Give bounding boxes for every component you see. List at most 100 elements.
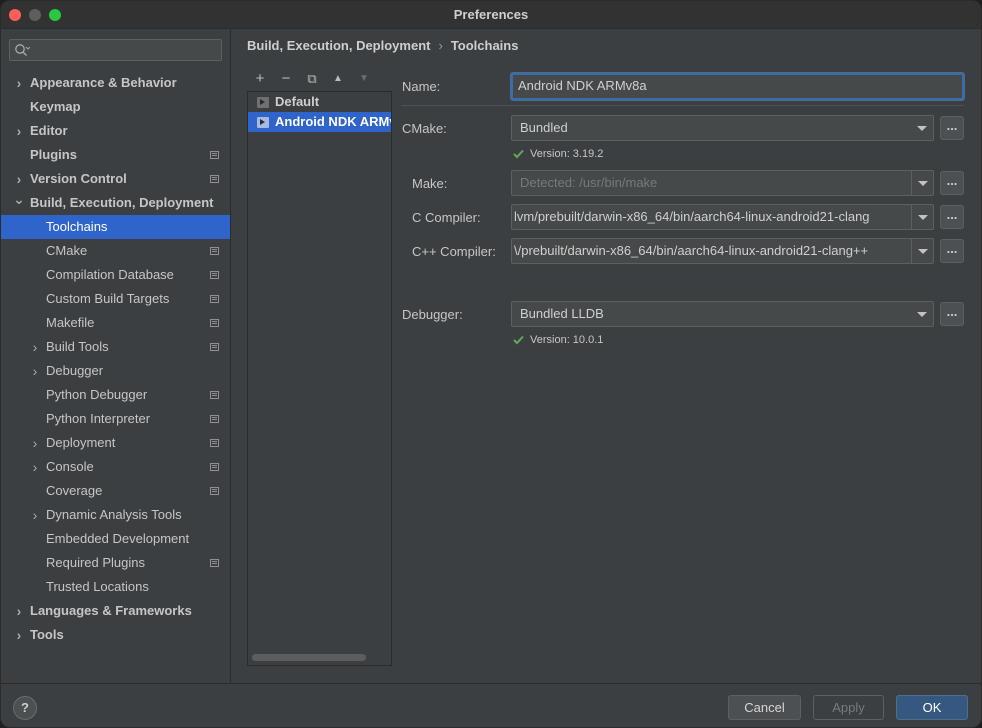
- sidebar-item-label: Required Plugins: [46, 555, 146, 570]
- chevron-right-icon[interactable]: ›: [29, 503, 41, 527]
- sidebar-item-languages-frameworks[interactable]: › Languages & Frameworks: [1, 599, 230, 623]
- sidebar-item-cmake[interactable]: CMake: [1, 239, 230, 263]
- sidebar-item-coverage[interactable]: Coverage: [1, 479, 230, 503]
- chevron-down-icon[interactable]: ⌄: [13, 191, 25, 215]
- cmake-label: CMake:: [402, 121, 447, 136]
- sidebar-item-label: Debugger: [46, 363, 104, 378]
- cmake-version: Version: 3.19.2: [530, 148, 604, 160]
- sidebar-item-appearance-behavior[interactable]: › Appearance & Behavior: [1, 71, 230, 95]
- cmake-select[interactable]: Bundled: [511, 115, 934, 141]
- sidebar-item-trusted-locations[interactable]: Trusted Locations: [1, 575, 230, 599]
- name-label: Name:: [402, 79, 441, 94]
- chevron-right-icon[interactable]: ›: [13, 71, 25, 95]
- chevron-right-icon[interactable]: ›: [13, 119, 25, 143]
- sidebar-item-debugger[interactable]: › Debugger: [1, 359, 230, 383]
- settings-search-input[interactable]: [9, 39, 222, 61]
- sidebar-item-tools[interactable]: › Tools: [1, 623, 230, 647]
- cpp-compiler-value: \/prebuilt/darwin-x86_64/bin/aarch64-lin…: [514, 243, 869, 258]
- chevron-right-icon[interactable]: ›: [13, 623, 25, 647]
- sidebar-item-label: Build Tools: [46, 339, 109, 354]
- chevron-right-icon[interactable]: ›: [29, 455, 41, 479]
- chevron-right-icon[interactable]: ›: [29, 431, 41, 455]
- sidebar-item-makefile[interactable]: Makefile: [1, 311, 230, 335]
- sidebar-item-editor[interactable]: › Editor: [1, 119, 230, 143]
- breadcrumb-separator: ›: [438, 38, 443, 53]
- sidebar-item-label: Keymap: [30, 99, 81, 114]
- sidebar-item-label: Toolchains: [46, 219, 108, 234]
- project-level-icon: [210, 439, 219, 447]
- sidebar-item-compilation-database[interactable]: Compilation Database: [1, 263, 230, 287]
- project-level-icon: [210, 295, 219, 303]
- sidebar-item-python-interpreter[interactable]: Python Interpreter: [1, 407, 230, 431]
- chevron-right-icon[interactable]: ›: [29, 359, 41, 383]
- project-level-icon: [210, 319, 219, 327]
- sidebar-item-custom-build-targets[interactable]: Custom Build Targets: [1, 287, 230, 311]
- debugger-browse-button[interactable]: ...: [940, 302, 964, 326]
- check-icon: [513, 335, 524, 345]
- horizontal-scrollbar[interactable]: [252, 654, 366, 661]
- remove-toolchain-button[interactable]: −: [276, 69, 296, 89]
- title-bar: Preferences: [1, 1, 981, 29]
- c-compiler-value: lvm/prebuilt/darwin-x86_64/bin/aarch64-l…: [514, 209, 870, 224]
- move-down-button[interactable]: ▼: [354, 69, 374, 89]
- make-path-value: Detected: /usr/bin/make: [520, 175, 658, 190]
- sidebar-item-label: Build, Execution, Deployment: [30, 195, 214, 210]
- window-title: Preferences: [453, 7, 529, 22]
- cpp-compiler-input[interactable]: \/prebuilt/darwin-x86_64/bin/aarch64-lin…: [511, 238, 934, 264]
- sidebar-item-python-debugger[interactable]: Python Debugger: [1, 383, 230, 407]
- toolchain-icon: [257, 97, 269, 108]
- project-level-icon: [210, 391, 219, 399]
- sidebar-item-build-execution-deployment[interactable]: ⌄ Build, Execution, Deployment: [1, 191, 230, 215]
- toolchain-list-item[interactable]: Default: [248, 92, 391, 112]
- cancel-button[interactable]: Cancel: [728, 695, 801, 720]
- search-icon: [15, 44, 30, 56]
- project-level-icon: [210, 559, 219, 567]
- make-label: Make:: [412, 176, 448, 191]
- cmake-browse-button[interactable]: ...: [940, 116, 964, 140]
- breadcrumb-parent[interactable]: Build, Execution, Deployment: [247, 38, 430, 53]
- project-level-icon: [210, 463, 219, 471]
- cpp-compiler-browse-button[interactable]: ...: [940, 239, 964, 263]
- c-compiler-browse-button[interactable]: ...: [940, 205, 964, 229]
- sidebar-item-version-control[interactable]: › Version Control: [1, 167, 230, 191]
- copy-toolchain-button[interactable]: ⧉: [302, 69, 322, 89]
- sidebar-item-build-tools[interactable]: › Build Tools: [1, 335, 230, 359]
- sidebar-item-keymap[interactable]: Keymap: [1, 95, 230, 119]
- sidebar-item-plugins[interactable]: Plugins: [1, 143, 230, 167]
- settings-sidebar: › Appearance & Behavior Keymap › Editor Plugi…: [1, 29, 231, 683]
- sidebar-item-label: Languages & Frameworks: [30, 603, 192, 618]
- sidebar-item-label: Trusted Locations: [46, 579, 149, 594]
- sidebar-item-required-plugins[interactable]: Required Plugins: [1, 551, 230, 575]
- toolchain-name-input[interactable]: Android NDK ARMv8a: [511, 73, 964, 100]
- form-separator: [401, 105, 964, 106]
- apply-button[interactable]: Apply: [813, 695, 884, 720]
- toolchain-name-value: Android NDK ARMv8a: [518, 78, 647, 93]
- sidebar-item-label: Version Control: [30, 171, 127, 186]
- sidebar-item-embedded-development[interactable]: Embedded Development: [1, 527, 230, 551]
- make-browse-button[interactable]: ...: [940, 171, 964, 195]
- chevron-down-icon: [911, 239, 933, 263]
- sidebar-item-deployment[interactable]: › Deployment: [1, 431, 230, 455]
- debugger-select[interactable]: Bundled LLDB: [511, 301, 934, 327]
- chevron-right-icon[interactable]: ›: [13, 167, 25, 191]
- ok-button[interactable]: OK: [896, 695, 968, 720]
- toolchain-list-item[interactable]: Android NDK ARMv8a: [248, 112, 391, 132]
- chevron-right-icon[interactable]: ›: [29, 335, 41, 359]
- sidebar-item-label: Compilation Database: [46, 267, 174, 282]
- sidebar-item-label: Custom Build Targets: [46, 291, 170, 306]
- move-up-button[interactable]: ▲: [328, 69, 348, 89]
- help-button[interactable]: ?: [13, 696, 37, 720]
- sidebar-item-dynamic-analysis-tools[interactable]: › Dynamic Analysis Tools: [1, 503, 230, 527]
- sidebar-item-console[interactable]: › Console: [1, 455, 230, 479]
- c-compiler-input[interactable]: lvm/prebuilt/darwin-x86_64/bin/aarch64-l…: [511, 204, 934, 230]
- make-path-input[interactable]: Detected: /usr/bin/make: [511, 170, 934, 196]
- sidebar-item-label: Makefile: [46, 315, 95, 330]
- sidebar-item-toolchains[interactable]: Toolchains: [1, 215, 230, 239]
- chevron-down-icon: [911, 205, 933, 229]
- chevron-down-icon: [911, 302, 933, 326]
- chevron-right-icon[interactable]: ›: [13, 599, 25, 623]
- project-level-icon: [210, 247, 219, 255]
- project-level-icon: [210, 487, 219, 495]
- add-toolchain-button[interactable]: +: [250, 69, 270, 89]
- toolchain-label: Default: [275, 94, 320, 109]
